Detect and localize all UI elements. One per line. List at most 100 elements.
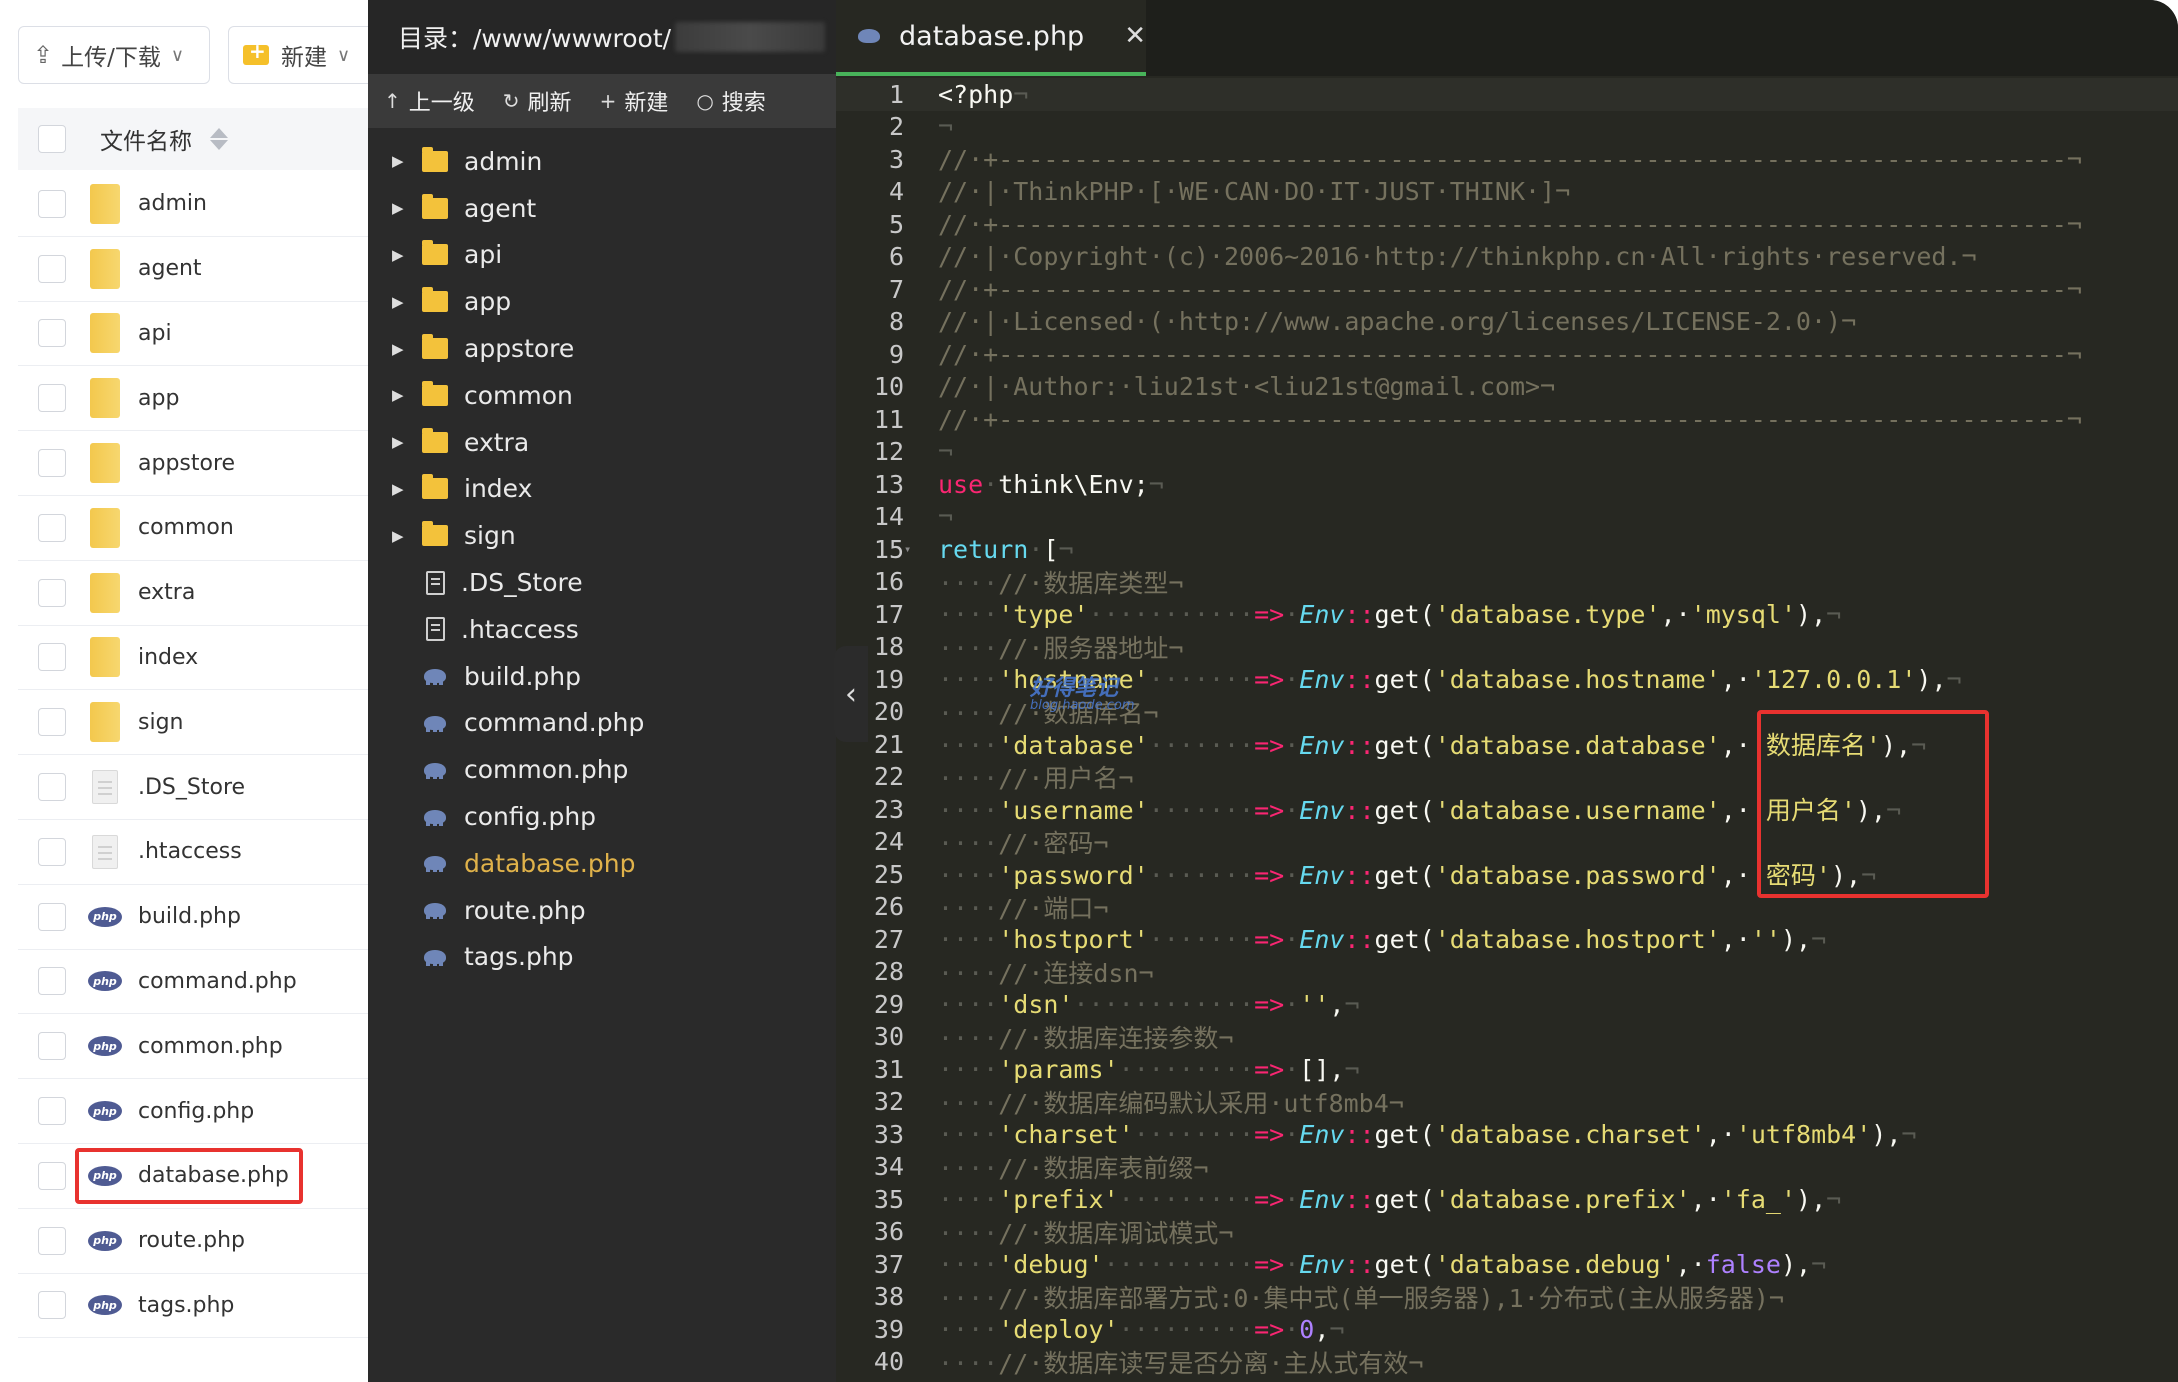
- tree-item[interactable]: ▶ sign: [368, 512, 836, 559]
- expand-arrow-icon[interactable]: ▶: [368, 246, 422, 264]
- tree-item[interactable]: route.php: [368, 887, 836, 934]
- tree-item[interactable]: ▶ agent: [368, 185, 836, 232]
- expand-arrow-icon[interactable]: ▶: [368, 293, 422, 311]
- row-checkbox[interactable]: [38, 1291, 66, 1320]
- tree-item[interactable]: command.php: [368, 700, 836, 747]
- expand-arrow-icon[interactable]: ▶: [368, 386, 422, 404]
- file-name[interactable]: sign: [138, 710, 183, 735]
- code-token: ),: [1780, 924, 1812, 954]
- file-name[interactable]: common: [138, 515, 234, 540]
- row-checkbox[interactable]: [38, 319, 66, 348]
- expand-arrow-icon[interactable]: ▶: [368, 527, 422, 545]
- tree-item[interactable]: .htaccess: [368, 606, 836, 653]
- row-checkbox[interactable]: [38, 1161, 66, 1190]
- file-name[interactable]: appstore: [138, 451, 235, 476]
- code-area[interactable]: 1 <?php¬ 2 ¬ 3//·+--------------------------…: [836, 78, 2178, 1382]
- row-checkbox[interactable]: [38, 837, 66, 866]
- row-checkbox[interactable]: [38, 643, 66, 672]
- column-header-filename[interactable]: 文件名称: [100, 122, 192, 156]
- row-checkbox[interactable]: [38, 1226, 66, 1255]
- go-up-button[interactable]: ↑ 上一级: [384, 85, 475, 117]
- refresh-button[interactable]: ↻ 刷新: [503, 85, 572, 117]
- code-token: ·: [1028, 534, 1044, 564]
- file-name[interactable]: index: [138, 645, 198, 670]
- file-name[interactable]: .DS_Store: [138, 775, 245, 800]
- tree-item[interactable]: ▶ appstore: [368, 325, 836, 372]
- row-checkbox[interactable]: [38, 449, 66, 478]
- row-checkbox[interactable]: [38, 1032, 66, 1061]
- file-name[interactable]: database.php: [138, 1163, 289, 1188]
- expand-arrow-icon[interactable]: ▶: [368, 340, 422, 358]
- file-row[interactable]: php config.php: [18, 1079, 368, 1144]
- tree-item[interactable]: ▶ app: [368, 278, 836, 325]
- file-name[interactable]: .htaccess: [138, 839, 242, 864]
- select-all-checkbox[interactable]: [38, 125, 66, 153]
- row-checkbox[interactable]: [38, 902, 66, 931]
- php-file-icon: [422, 761, 448, 779]
- file-row[interactable]: extra: [18, 561, 368, 626]
- file-name[interactable]: tags.php: [138, 1293, 234, 1318]
- row-checkbox[interactable]: [38, 708, 66, 737]
- file-row[interactable]: php build.php: [18, 885, 368, 950]
- row-checkbox[interactable]: [38, 254, 66, 283]
- file-name[interactable]: api: [138, 321, 172, 346]
- sort-icon[interactable]: [210, 128, 228, 150]
- row-checkbox[interactable]: [38, 1097, 66, 1126]
- expand-arrow-icon[interactable]: ▶: [368, 480, 422, 498]
- file-row[interactable]: agent: [18, 237, 368, 302]
- code-token: ·······: [1148, 731, 1255, 761]
- tree-item[interactable]: database.php: [368, 840, 836, 887]
- row-checkbox[interactable]: [38, 513, 66, 542]
- file-name[interactable]: extra: [138, 580, 195, 605]
- fold-arrow-icon[interactable]: ▾: [904, 542, 918, 556]
- file-row[interactable]: php tags.php: [18, 1274, 368, 1339]
- file-name[interactable]: route.php: [138, 1228, 245, 1253]
- tab-database-php[interactable]: database.php ✕: [836, 0, 1146, 76]
- tree-new-button[interactable]: + 新建: [600, 85, 669, 117]
- file-name[interactable]: build.php: [138, 904, 241, 929]
- file-row[interactable]: common: [18, 496, 368, 561]
- tree-item[interactable]: ▶ index: [368, 466, 836, 513]
- expand-arrow-icon[interactable]: ▶: [368, 152, 422, 170]
- tree-item[interactable]: ▶ extra: [368, 419, 836, 466]
- file-name[interactable]: common.php: [138, 1034, 283, 1059]
- tree-item[interactable]: build.php: [368, 653, 836, 700]
- search-button[interactable]: ○ 搜索: [696, 85, 765, 117]
- file-row[interactable]: appstore: [18, 431, 368, 496]
- row-checkbox[interactable]: [38, 384, 66, 413]
- file-row[interactable]: api: [18, 302, 368, 367]
- file-name[interactable]: config.php: [138, 1099, 254, 1124]
- tree-item[interactable]: ▶ api: [368, 232, 836, 279]
- file-row[interactable]: php command.php: [18, 950, 368, 1015]
- tree-item[interactable]: ▶ common: [368, 372, 836, 419]
- new-button[interactable]: 新建 ∨: [228, 26, 368, 84]
- row-checkbox[interactable]: [38, 773, 66, 802]
- row-checkbox[interactable]: [38, 189, 66, 218]
- file-row[interactable]: index: [18, 626, 368, 691]
- tree-item[interactable]: .DS_Store: [368, 559, 836, 606]
- collapse-sidebar-icon[interactable]: ‹: [834, 646, 868, 742]
- tree-item[interactable]: ▶ admin: [368, 138, 836, 185]
- tree-item[interactable]: config.php: [368, 793, 836, 840]
- file-row[interactable]: sign: [18, 690, 368, 756]
- file-row[interactable]: app: [18, 366, 368, 432]
- file-name[interactable]: command.php: [138, 969, 297, 994]
- file-row[interactable]: .htaccess: [18, 820, 368, 885]
- tree-item[interactable]: common.php: [368, 746, 836, 793]
- code-token: ·: [1284, 731, 1300, 761]
- file-name[interactable]: app: [138, 386, 179, 411]
- file-name[interactable]: admin: [138, 191, 207, 216]
- file-row[interactable]: php route.php: [18, 1209, 368, 1274]
- file-row[interactable]: php database.php: [18, 1144, 368, 1209]
- expand-arrow-icon[interactable]: ▶: [368, 199, 422, 217]
- row-checkbox[interactable]: [38, 578, 66, 607]
- close-icon[interactable]: ✕: [1124, 21, 1146, 51]
- upload-download-button[interactable]: ⇪ 上传/下载 ∨: [18, 26, 210, 84]
- tree-item[interactable]: tags.php: [368, 934, 836, 981]
- expand-arrow-icon[interactable]: ▶: [368, 433, 422, 451]
- file-row[interactable]: admin: [18, 172, 368, 237]
- file-row[interactable]: .DS_Store: [18, 755, 368, 820]
- file-name[interactable]: agent: [138, 256, 202, 281]
- row-checkbox[interactable]: [38, 967, 66, 996]
- file-row[interactable]: php common.php: [18, 1014, 368, 1080]
